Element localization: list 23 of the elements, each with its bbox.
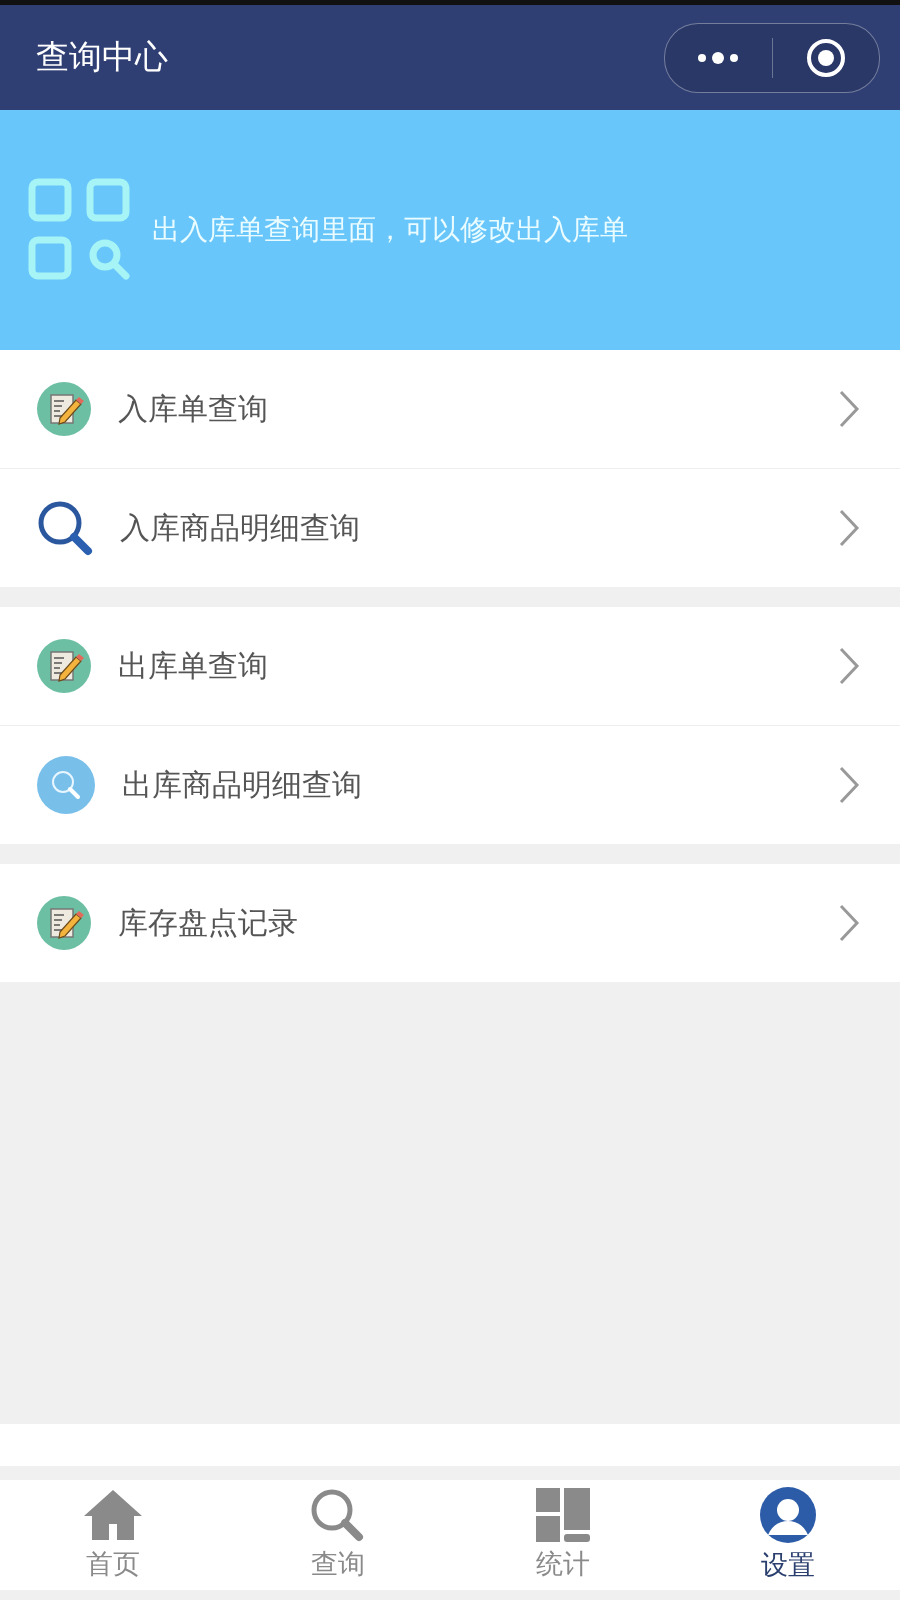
grid-search-icon bbox=[28, 178, 132, 282]
chevron-right-icon bbox=[838, 765, 860, 805]
menu-item[interactable]: 入库单查询 bbox=[0, 350, 900, 469]
notepad-pencil-icon bbox=[36, 895, 92, 951]
menu-item[interactable]: 出库单查询 bbox=[0, 607, 900, 726]
menu-item[interactable]: 库存盘点记录 bbox=[0, 864, 900, 982]
search-icon bbox=[36, 755, 96, 815]
user-icon bbox=[759, 1487, 816, 1543]
menu-item[interactable]: 入库商品明细查询 bbox=[0, 469, 900, 587]
tab[interactable]: 设置 bbox=[675, 1480, 900, 1590]
notepad-pencil-icon bbox=[36, 638, 92, 694]
chevron-right-icon bbox=[838, 389, 860, 429]
dashboard-grid-icon bbox=[535, 1488, 590, 1542]
chevron-right-icon bbox=[838, 508, 860, 548]
chevron-right-icon bbox=[838, 903, 860, 943]
banner-text: 出入库单查询里面，可以修改出入库单 bbox=[152, 212, 628, 248]
magnifier-icon bbox=[36, 499, 94, 557]
more-icon bbox=[696, 50, 741, 65]
target-icon bbox=[805, 37, 846, 78]
notepad-pencil-icon bbox=[36, 381, 92, 437]
window-title: 查询中心 bbox=[36, 36, 168, 78]
chevron-right-icon bbox=[838, 646, 860, 686]
menu-item[interactable]: 出库商品明细查询 bbox=[0, 726, 900, 844]
